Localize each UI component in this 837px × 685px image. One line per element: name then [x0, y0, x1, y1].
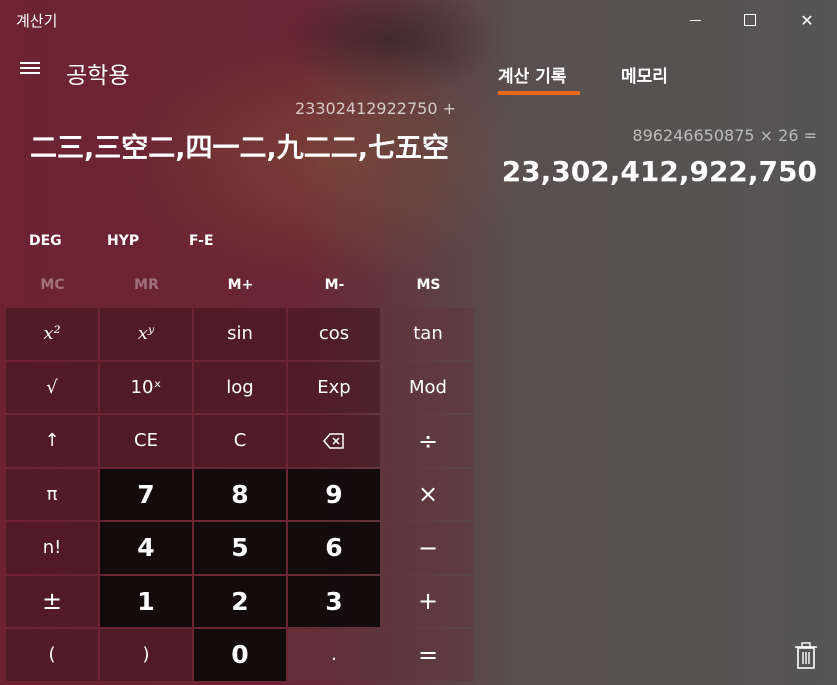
sqrt-key[interactable]: √	[6, 361, 98, 413]
hyp-button[interactable]: HYP	[107, 233, 139, 249]
trash-icon[interactable]	[794, 642, 818, 670]
power-key[interactable]: 𝑥ʸ	[100, 308, 192, 360]
digit-0-key[interactable]: 0	[194, 629, 286, 681]
clear-entry-key[interactable]: CE	[100, 415, 192, 467]
history-expression: 896246650875 × 26 =	[632, 126, 817, 145]
result-display: 二三,三空二,四一二,九二二,七五空	[30, 133, 450, 164]
cos-key[interactable]: cos	[288, 308, 380, 360]
digit-1-key[interactable]: 1	[100, 575, 192, 627]
backspace-icon	[323, 433, 345, 449]
equals-key[interactable]: =	[382, 629, 474, 681]
close-paren-key[interactable]: )	[100, 629, 192, 681]
tab-memory[interactable]: 메모리	[621, 62, 668, 87]
digit-8-key[interactable]: 8	[194, 468, 286, 520]
close-icon: ✕	[800, 10, 814, 30]
tab-history[interactable]: 계산 기록	[498, 62, 566, 87]
digit-4-key[interactable]: 4	[100, 522, 192, 574]
exp-key[interactable]: Exp	[288, 361, 380, 413]
divide-key[interactable]: ÷	[382, 415, 474, 467]
backspace-key[interactable]	[288, 415, 380, 467]
memory-mplus-button[interactable]: M+	[194, 277, 287, 293]
minus-key[interactable]: −	[382, 522, 474, 574]
active-tab-indicator	[498, 91, 580, 95]
maximize-button[interactable]	[725, 0, 775, 40]
multiply-key[interactable]: ×	[382, 468, 474, 520]
log-key[interactable]: log	[194, 361, 286, 413]
open-paren-key[interactable]: (	[6, 629, 98, 681]
negate-key[interactable]: ±	[6, 575, 98, 627]
memory-mc-button[interactable]: MC	[6, 277, 99, 293]
memory-ms-button[interactable]: MS	[382, 277, 475, 293]
hamburger-icon[interactable]	[20, 62, 42, 80]
pi-key[interactable]: π	[6, 468, 98, 520]
history-entry[interactable]: 896246650875 × 26 = 23,302,412,922,750	[502, 126, 817, 188]
mode-title: 공학용	[66, 63, 130, 89]
keypad: 𝑥² 𝑥ʸ sin cos tan √ 10ˣ log Exp Mod ↑ CE C ÷ π 7 8 9 × n! 4 5…	[6, 308, 476, 683]
digit-5-key[interactable]: 5	[194, 522, 286, 574]
mod-key[interactable]: Mod	[382, 361, 474, 413]
minimize-icon	[689, 19, 701, 21]
calculator-window: 계산기 ✕ 공학용 23302412922750 + 二三,三空二,四一二,九二…	[0, 0, 837, 685]
digit-6-key[interactable]: 6	[288, 522, 380, 574]
digit-9-key[interactable]: 9	[288, 468, 380, 520]
memory-mr-button[interactable]: MR	[100, 277, 193, 293]
memory-mminus-button[interactable]: M-	[288, 277, 381, 293]
factorial-key[interactable]: n!	[6, 522, 98, 574]
clear-key[interactable]: C	[194, 415, 286, 467]
plus-key[interactable]: +	[382, 575, 474, 627]
tan-key[interactable]: tan	[382, 308, 474, 360]
maximize-icon	[744, 14, 756, 26]
digit-7-key[interactable]: 7	[100, 468, 192, 520]
close-button[interactable]: ✕	[782, 0, 832, 40]
minimize-button[interactable]	[670, 0, 720, 40]
shift-key[interactable]: ↑	[6, 415, 98, 467]
digit-2-key[interactable]: 2	[194, 575, 286, 627]
memory-bar: MC MR M+ M- MS	[6, 277, 474, 297]
angle-unit-button[interactable]: DEG	[29, 233, 62, 249]
ten-power-key[interactable]: 10ˣ	[100, 361, 192, 413]
decimal-key[interactable]: .	[288, 629, 380, 681]
fe-button[interactable]: F-E	[189, 233, 214, 249]
history-result: 23,302,412,922,750	[501, 155, 817, 188]
app-title: 계산기	[16, 12, 58, 30]
square-key[interactable]: 𝑥²	[6, 308, 98, 360]
expression-display: 23302412922750 +	[294, 99, 456, 118]
sin-key[interactable]: sin	[194, 308, 286, 360]
digit-3-key[interactable]: 3	[288, 575, 380, 627]
title-bar: 계산기 ✕	[0, 0, 837, 40]
